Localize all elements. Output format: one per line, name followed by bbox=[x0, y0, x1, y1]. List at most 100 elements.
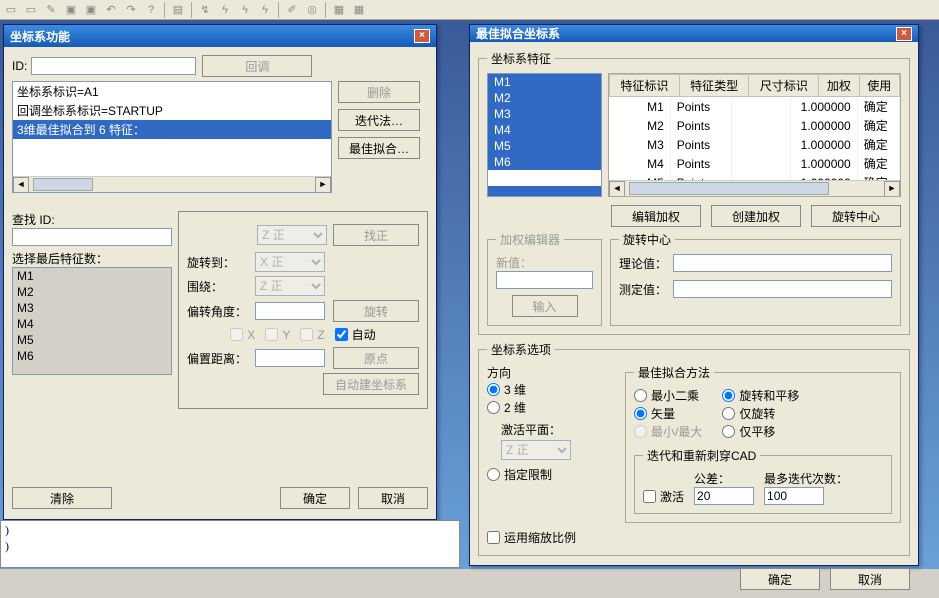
radio-rot-only[interactable]: 仅旋转 bbox=[722, 405, 775, 422]
hscrollbar[interactable]: ◄► bbox=[13, 176, 331, 192]
table-row[interactable]: M5Points1.000000确定 bbox=[609, 173, 900, 180]
radio-lsq[interactable]: 最小二乘 bbox=[634, 387, 699, 404]
rotate-button[interactable]: 旋转 bbox=[333, 300, 419, 322]
level-axis-select[interactable]: Z 正 bbox=[257, 225, 327, 245]
level-button[interactable]: 找正 bbox=[333, 224, 419, 246]
iterate-legend: 迭代和重新刺穿CAD bbox=[643, 447, 760, 464]
toolbar-btn[interactable]: ? bbox=[142, 1, 160, 19]
col-dim[interactable]: 尺寸标识 bbox=[749, 75, 819, 97]
z-checkbox[interactable]: Z bbox=[300, 328, 324, 342]
toolbar-btn[interactable]: ↯ bbox=[196, 1, 214, 19]
list-item[interactable]: M1 bbox=[13, 268, 171, 284]
edit-weight-button[interactable]: 编辑加权 bbox=[611, 205, 701, 227]
titlebar-right[interactable]: 最佳拟合坐标系 × bbox=[470, 25, 918, 42]
origin-button[interactable]: 原点 bbox=[333, 347, 419, 369]
toolbar-btn[interactable]: ▤ bbox=[169, 1, 187, 19]
col-use[interactable]: 使用 bbox=[859, 75, 899, 97]
list-item[interactable]: M1 bbox=[488, 74, 601, 90]
col-weight[interactable]: 加权 bbox=[819, 75, 859, 97]
table-row[interactable]: M2Points1.000000确定 bbox=[609, 116, 900, 135]
rot-center-button[interactable]: 旋转中心 bbox=[811, 205, 901, 227]
activate-checkbox[interactable]: 激活 bbox=[643, 488, 684, 505]
newval-input[interactable] bbox=[496, 271, 593, 289]
use-scale-checkbox[interactable]: 运用缩放比例 bbox=[487, 529, 576, 546]
active-plane-select[interactable]: Z 正 bbox=[501, 440, 571, 460]
offset-angle-input[interactable] bbox=[255, 302, 325, 320]
table-row[interactable]: M1Points1.000000确定 bbox=[609, 97, 900, 116]
list-item[interactable]: 3维最佳拟合到 6 特征： bbox=[13, 120, 331, 139]
radio-2d[interactable]: 2 维 bbox=[487, 399, 526, 416]
list-item[interactable]: 坐标系标识=A1 bbox=[13, 82, 331, 101]
list-item[interactable]: M3 bbox=[488, 106, 601, 122]
ok-button[interactable]: 确定 bbox=[280, 487, 350, 509]
input-button[interactable]: 输入 bbox=[512, 295, 578, 317]
toolbar-btn[interactable]: ▣ bbox=[62, 1, 80, 19]
options-legend: 坐标系选项 bbox=[487, 341, 555, 358]
list-item[interactable]: M5 bbox=[488, 138, 601, 154]
toolbar-btn[interactable]: ϟ bbox=[256, 1, 274, 19]
list-item[interactable]: M2 bbox=[13, 284, 171, 300]
close-icon[interactable]: × bbox=[896, 27, 912, 41]
feature-select-list[interactable]: M1 M2 M3 M4 M5 M6 bbox=[487, 73, 602, 197]
radio-rot-trans[interactable]: 旋转和平移 bbox=[722, 387, 799, 404]
titlebar-left[interactable]: 坐标系功能 × bbox=[4, 25, 436, 47]
toolbar-btn[interactable]: ↶ bbox=[102, 1, 120, 19]
meas-input[interactable] bbox=[673, 280, 892, 298]
rotate-to-label: 旋转到： bbox=[187, 254, 249, 271]
list-item[interactable]: M6 bbox=[13, 348, 171, 364]
list-item[interactable]: 回调坐标系标识=STARTUP bbox=[13, 101, 331, 120]
bestfit-button[interactable]: 最佳拟合… bbox=[338, 137, 420, 159]
radio-3d[interactable]: 3 维 bbox=[487, 381, 526, 398]
list-item[interactable]: M5 bbox=[13, 332, 171, 348]
cancel-button[interactable]: 取消 bbox=[830, 568, 910, 590]
toolbar-btn[interactable]: ϟ bbox=[216, 1, 234, 19]
radio-trans-only[interactable]: 仅平移 bbox=[722, 423, 775, 440]
theo-input[interactable] bbox=[673, 254, 892, 272]
radio-limit[interactable]: 指定限制 bbox=[487, 466, 552, 483]
offset-dist-input[interactable] bbox=[255, 349, 325, 367]
around-select[interactable]: Z 正 bbox=[255, 276, 325, 296]
radio-vec[interactable]: 矢量 bbox=[634, 405, 675, 422]
create-weight-button[interactable]: 创建加权 bbox=[711, 205, 801, 227]
col-id[interactable]: 特征标识 bbox=[610, 75, 680, 97]
radio-minmax[interactable]: 最小/最大 bbox=[634, 423, 702, 440]
maxiter-input[interactable] bbox=[764, 487, 824, 505]
list-item[interactable]: M3 bbox=[13, 300, 171, 316]
find-id-input[interactable] bbox=[12, 228, 172, 246]
auto-checkbox[interactable]: 自动 bbox=[335, 326, 376, 343]
toolbar-btn[interactable]: ▦ bbox=[350, 1, 368, 19]
table-row[interactable]: M4Points1.000000确定 bbox=[609, 154, 900, 173]
y-checkbox[interactable]: Y bbox=[265, 328, 290, 342]
hscrollbar[interactable]: ◄► bbox=[609, 180, 900, 196]
toolbar-btn[interactable]: ◎ bbox=[303, 1, 321, 19]
close-icon[interactable]: × bbox=[414, 29, 430, 43]
autobuild-button[interactable]: 自动建坐标系 bbox=[323, 373, 419, 395]
list-item[interactable]: M4 bbox=[13, 316, 171, 332]
feature-grid[interactable]: 特征标识 特征类型 尺寸标识 加权 使用 M1Points1.000000确定M… bbox=[608, 73, 901, 197]
toolbar-btn[interactable]: ϟ bbox=[236, 1, 254, 19]
toolbar-btn[interactable]: ↷ bbox=[122, 1, 140, 19]
feature-listbox[interactable]: M1 M2 M3 M4 M5 M6 bbox=[12, 267, 172, 375]
id-input[interactable] bbox=[31, 57, 196, 75]
ok-button[interactable]: 确定 bbox=[740, 568, 820, 590]
toolbar-btn[interactable]: ▣ bbox=[82, 1, 100, 19]
toolbar-btn[interactable]: ✎ bbox=[42, 1, 60, 19]
toolbar-btn[interactable]: ▭ bbox=[2, 1, 20, 19]
table-row[interactable]: M3Points1.000000确定 bbox=[609, 135, 900, 154]
x-checkbox[interactable]: X bbox=[230, 328, 255, 342]
list-item[interactable]: M4 bbox=[488, 122, 601, 138]
list-item[interactable]: M2 bbox=[488, 90, 601, 106]
toolbar-btn[interactable]: ✐ bbox=[283, 1, 301, 19]
cancel-button[interactable]: 取消 bbox=[358, 487, 428, 509]
alignment-listbox[interactable]: 坐标系标识=A1 回调坐标系标识=STARTUP 3维最佳拟合到 6 特征： ◄… bbox=[12, 81, 332, 193]
col-type[interactable]: 特征类型 bbox=[679, 75, 749, 97]
recall-button[interactable]: 回调 bbox=[202, 55, 312, 77]
delete-button[interactable]: 删除 bbox=[338, 81, 420, 103]
list-item[interactable]: M6 bbox=[488, 154, 601, 170]
iterate-button[interactable]: 迭代法… bbox=[338, 109, 420, 131]
toolbar-btn[interactable]: ▭ bbox=[22, 1, 40, 19]
tol-input[interactable] bbox=[694, 487, 754, 505]
rotateto-select[interactable]: X 正 bbox=[255, 252, 325, 272]
clear-button[interactable]: 清除 bbox=[12, 487, 112, 509]
toolbar-btn[interactable]: ▦ bbox=[330, 1, 348, 19]
